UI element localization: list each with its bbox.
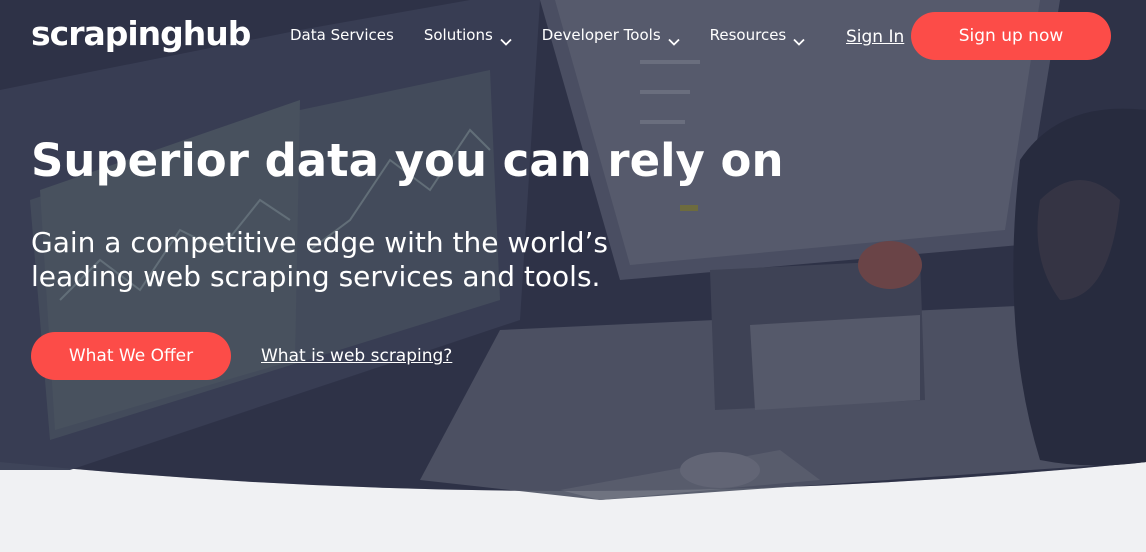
nav-item-data-services[interactable]: Data Services <box>290 25 394 45</box>
nav-item-solutions[interactable]: Solutions <box>423 25 512 46</box>
hero-headline: Superior data you can rely on <box>31 134 784 187</box>
nav-item-label: Developer Tools <box>541 26 661 44</box>
nav-item-developer-tools[interactable]: Developer Tools <box>541 25 680 46</box>
chevron-down-icon <box>500 31 512 46</box>
hero-section: scrapinghub Data Services Solutions Deve… <box>0 0 1146 552</box>
what-is-web-scraping-link[interactable]: What is web scraping? <box>261 345 452 367</box>
nav-item-resources[interactable]: Resources <box>709 25 806 46</box>
nav-item-label: Solutions <box>423 26 493 44</box>
chevron-down-icon <box>793 31 805 46</box>
chevron-down-icon <box>668 31 680 46</box>
nav-item-label: Resources <box>709 26 787 44</box>
what-we-offer-button[interactable]: What We Offer <box>31 332 231 380</box>
sign-in-link[interactable]: Sign In <box>846 26 904 48</box>
hero-subheadline: Gain a competitive edge with the world’s… <box>31 226 608 293</box>
scrapinghub-logo[interactable]: scrapinghub <box>31 14 251 54</box>
sign-up-button[interactable]: Sign up now <box>911 12 1111 60</box>
nav-item-label: Data Services <box>290 26 394 44</box>
main-nav: Data Services Solutions Developer Tools … <box>290 25 835 46</box>
